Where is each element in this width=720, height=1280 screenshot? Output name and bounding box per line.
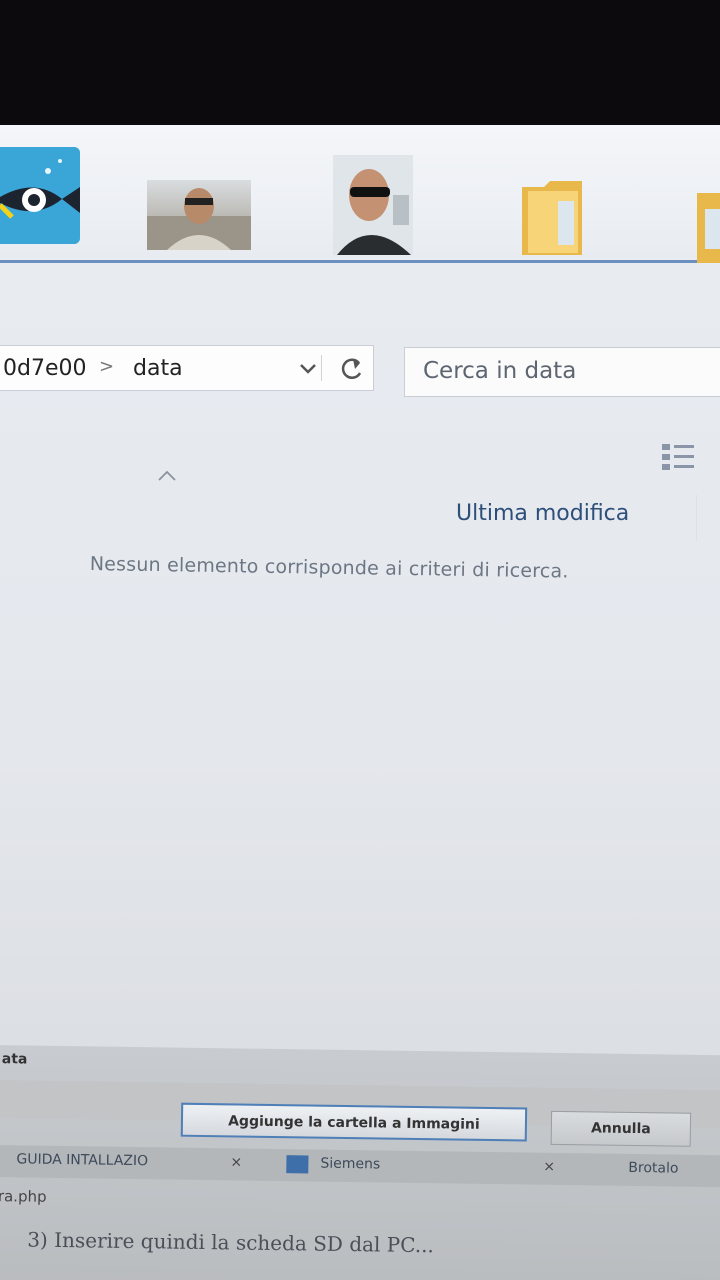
add-to-pictures-button[interactable]: Aggiunge la cartella a Immagini <box>180 1102 528 1142</box>
screen: 0d7e00 > data Cerca in data Ultima modif… <box>0 125 720 1280</box>
close-icon[interactable]: × <box>230 1154 242 1170</box>
photo-person-1-thumbnail[interactable] <box>147 180 251 250</box>
dialog-title: ata <box>1 1051 28 1068</box>
url-text: ra.php <box>0 1187 47 1206</box>
breadcrumb-parent[interactable]: 0d7e00 <box>3 356 87 381</box>
thumbnail-strip <box>0 125 720 263</box>
close-icon[interactable]: × <box>543 1159 555 1175</box>
breadcrumb-separator-icon[interactable]: > <box>99 356 114 377</box>
fish-app-icon[interactable] <box>0 147 80 244</box>
folder-icon[interactable] <box>695 185 720 265</box>
tab-brotalo[interactable]: Brotalo <box>628 1160 678 1177</box>
breadcrumb-current[interactable]: data <box>133 356 183 381</box>
tab-siemens[interactable]: Siemens <box>320 1156 380 1173</box>
tab-guida[interactable]: GUIDA INTALLAZIO <box>16 1151 148 1169</box>
siemens-favicon-icon <box>286 1155 309 1174</box>
cancel-button[interactable]: Annulla <box>550 1110 692 1147</box>
empty-state-message: Nessun elemento corrisponde ai criteri d… <box>89 553 569 583</box>
column-divider <box>696 495 697 541</box>
address-bar[interactable]: 0d7e00 > data <box>0 345 374 391</box>
sort-up-icon[interactable] <box>156 467 178 483</box>
document-text: 3) Inserire quindi la scheda SD dal PC..… <box>27 1227 435 1258</box>
search-input[interactable]: Cerca in data <box>404 347 720 397</box>
browser-tab-bar: GUIDA INTALLAZIO × Siemens × Brotalo <box>0 1145 720 1188</box>
underlying-window: ata Aggiunge la cartella a Immagini Annu… <box>0 1045 720 1280</box>
view-details-icon[interactable] <box>660 440 700 474</box>
folder-icon[interactable] <box>520 177 585 257</box>
photo-person-2-thumbnail[interactable] <box>333 155 413 255</box>
refresh-icon[interactable] <box>333 351 371 387</box>
column-header-modified[interactable]: Ultima modifica <box>456 501 629 526</box>
chevron-down-icon[interactable] <box>295 355 322 381</box>
